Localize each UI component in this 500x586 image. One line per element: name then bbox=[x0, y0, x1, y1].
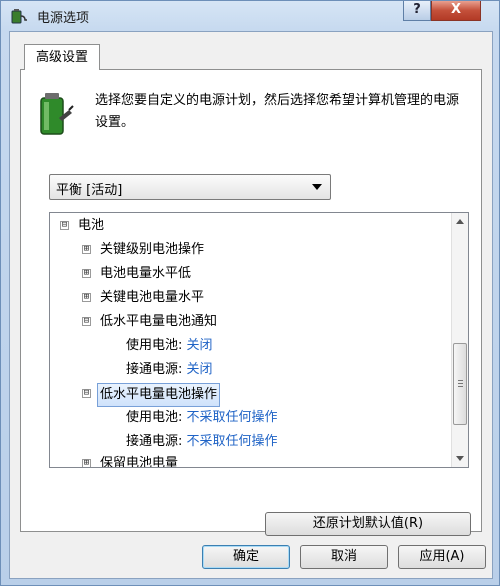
help-button[interactable]: ? bbox=[403, 1, 431, 21]
scroll-thumb[interactable] bbox=[453, 343, 467, 425]
tab-advanced-settings[interactable]: 高级设置 bbox=[24, 44, 100, 70]
close-button[interactable]: X bbox=[431, 1, 481, 21]
tree-item-label: 保留电池电量 bbox=[100, 456, 179, 468]
setting-value[interactable]: 关闭 bbox=[187, 362, 213, 377]
ok-button[interactable]: 确定 bbox=[202, 545, 290, 569]
setting-value[interactable]: 不采取任何操作 bbox=[187, 434, 278, 449]
tree-item-label: 关键级别电池操作 bbox=[100, 242, 205, 257]
title-bar[interactable]: 电源选项 ? X bbox=[1, 1, 500, 31]
chevron-down-icon[interactable] bbox=[312, 184, 322, 190]
restore-defaults-button[interactable]: 还原计划默认值(R) bbox=[265, 512, 471, 536]
power-plan-select[interactable]: 平衡 [活动] bbox=[49, 174, 331, 200]
settings-tree[interactable]: ⊟ 电池 ⊞ 关键级别电池操作 ⊞ 电池电量水平低 ⊞ 关键电池电量水平 ⊟ 低… bbox=[49, 212, 469, 468]
collapse-icon[interactable]: ⊟ bbox=[60, 221, 69, 230]
tree-item-label: 低水平电量电池通知 bbox=[100, 314, 218, 329]
power-plan-value: 平衡 [活动] bbox=[56, 183, 123, 198]
tree-item-label-selected: 低水平电量电池操作 bbox=[97, 383, 221, 407]
window-title: 电源选项 bbox=[37, 11, 90, 26]
setting-value[interactable]: 不采取任何操作 bbox=[187, 410, 278, 425]
setting-label: 接通电源: bbox=[126, 434, 183, 449]
dialog-client-area: 高级设置 选择您要自定义的电源计划，然后选择您希望计算机管理的电源设置。 平衡 … bbox=[9, 31, 493, 579]
setting-on-battery[interactable]: 使用电池: 不采取任何操作 bbox=[126, 407, 278, 429]
description-text: 选择您要自定义的电源计划，然后选择您希望计算机管理的电源设置。 bbox=[95, 93, 460, 130]
tree-item-label: 电池 bbox=[78, 218, 105, 233]
setting-plugged-in[interactable]: 接通电源: 关闭 bbox=[126, 359, 213, 381]
setting-label: 使用电池: bbox=[126, 338, 183, 353]
scroll-up-icon[interactable] bbox=[456, 219, 464, 224]
collapse-icon[interactable]: ⊟ bbox=[82, 389, 91, 398]
setting-label: 接通电源: bbox=[126, 362, 183, 377]
battery-plug-icon bbox=[40, 93, 74, 135]
setting-value[interactable]: 关闭 bbox=[187, 338, 213, 353]
scroll-down-icon[interactable] bbox=[456, 456, 464, 461]
power-options-window: 电源选项 ? X 高级设置 选择您要自定义的电源计划，然后选择您希望计算机管理的… bbox=[0, 0, 500, 586]
cancel-button[interactable]: 取消 bbox=[300, 545, 388, 569]
tree-item-label: 电池电量水平低 bbox=[100, 266, 192, 281]
grip-line bbox=[458, 386, 463, 387]
expand-icon[interactable]: ⊞ bbox=[82, 459, 91, 467]
vertical-scrollbar[interactable] bbox=[451, 213, 468, 467]
setting-on-battery[interactable]: 使用电池: 关闭 bbox=[126, 335, 213, 357]
setting-plugged-in[interactable]: 接通电源: 不采取任何操作 bbox=[126, 431, 278, 453]
tree-item-label: 关键电池电量水平 bbox=[100, 290, 205, 305]
expand-icon[interactable]: ⊞ bbox=[82, 245, 91, 254]
advanced-settings-panel: 选择您要自定义的电源计划，然后选择您希望计算机管理的电源设置。 平衡 [活动] … bbox=[20, 69, 482, 536]
expand-icon[interactable]: ⊞ bbox=[82, 293, 91, 302]
setting-label: 使用电池: bbox=[126, 410, 183, 425]
grip-line bbox=[458, 383, 463, 384]
collapse-icon[interactable]: ⊟ bbox=[82, 317, 91, 326]
power-options-icon bbox=[11, 9, 27, 24]
grip-line bbox=[458, 380, 463, 381]
expand-icon[interactable]: ⊞ bbox=[82, 269, 91, 278]
apply-button[interactable]: 应用(A) bbox=[398, 545, 486, 569]
